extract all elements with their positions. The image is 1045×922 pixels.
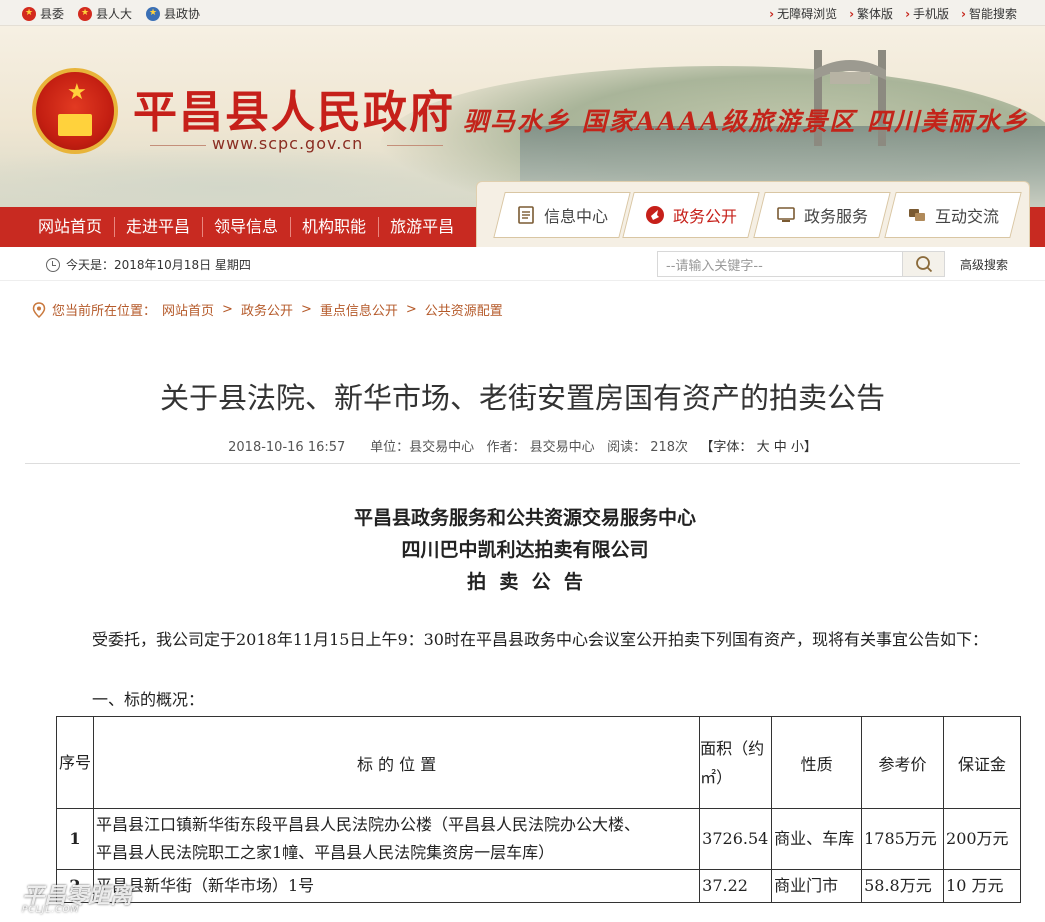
breadcrumb-sep: >: [300, 302, 312, 317]
computer-icon: [777, 207, 795, 222]
breadcrumb-prefix: 您当前所在位置：: [52, 304, 157, 319]
font-size-options[interactable]: 大 中 小: [757, 440, 804, 455]
tab-label: 政务公开: [672, 207, 737, 226]
th-no: 序号: [56, 716, 94, 809]
today-date: 今天是：2018年10月18日 星期四: [46, 256, 251, 273]
cell-ref-price: 1785万元: [861, 808, 945, 870]
asset-table: 序号 标 的 位 置 面积（约㎡） 性质 参考价 保证金 1 平昌县江口镇新华街…: [56, 716, 1021, 903]
nav-leaders[interactable]: 领导信息: [202, 207, 290, 247]
nav-links: 网站首页 走进平昌 领导信息 机构职能 旅游平昌: [26, 207, 466, 247]
tab-label: 互动交流: [934, 207, 999, 226]
banner-slogan: 驷马水乡 国家AAAA级旅游景区 四川美丽水乡: [463, 107, 1029, 136]
search-button[interactable]: [902, 252, 944, 276]
search-icon: [915, 256, 932, 273]
cell-deposit: 10 万元: [943, 869, 1021, 903]
article-meta: 2018-10-16 16:57 单位：县交易中心 作者： 县交易中心 阅读： …: [0, 436, 1045, 455]
cell-deposit: 200万元: [943, 808, 1021, 870]
link-mobile[interactable]: 手机版: [905, 5, 949, 22]
tab-label: 信息中心: [543, 207, 608, 226]
cell-nature: 商业、车库: [771, 808, 863, 870]
search-box: [657, 251, 945, 277]
info-row: 今天是：2018年10月18日 星期四 高级搜索: [0, 247, 1045, 281]
nav-home[interactable]: 网站首页: [26, 207, 114, 247]
url-line-right: [387, 145, 443, 146]
table-header-row: 序号 标 的 位 置 面积（约㎡） 性质 参考价 保证金: [56, 716, 1021, 809]
clock-icon: [46, 257, 60, 272]
cppcc-emblem-icon: ★: [146, 6, 161, 21]
cell-area: 3726.54: [699, 808, 773, 870]
breadcrumb-public-resources[interactable]: 公共资源配置: [425, 300, 503, 319]
heading-issuer-1: 平昌县政务服务和公共资源交易服务中心: [353, 507, 696, 529]
article-title: 关于县法院、新华市场、老街安置房国有资产的拍卖公告: [159, 381, 885, 415]
tab-gov-services[interactable]: 政务服务: [753, 192, 891, 238]
th-nature: 性质: [771, 716, 863, 809]
breadcrumb: 您当前所在位置： 网站首页 > 政务公开 > 重点信息公开 > 公共资源配置: [32, 300, 503, 319]
watermark-logo: 平昌零距离 PCLJL.COM: [22, 884, 133, 915]
date-text: 今天是：2018年10月18日 星期四: [66, 258, 251, 272]
url-line-left: [150, 145, 206, 146]
link-county-cppcc[interactable]: ★ 县政协: [146, 5, 200, 22]
cell-nature: 商业门市: [771, 869, 863, 903]
tab-interaction[interactable]: 互动交流: [884, 192, 1022, 238]
site-title[interactable]: 平昌县人民政府: [133, 76, 455, 140]
link-traditional[interactable]: 繁体版: [849, 5, 893, 22]
national-emblem-logo[interactable]: ★: [32, 68, 118, 154]
top-left-links: ★ 县委 ★ 县人大 ★ 县政协: [22, 5, 200, 22]
top-bar: ★县委 ★县人大 ★县政协 无障碍浏览 繁体版 手机版 智能搜索: [0, 0, 1045, 26]
th-ref-price: 参考价: [861, 716, 945, 809]
nav-tabs: 信息中心 政务公开 政务服务 互动交流: [476, 181, 1030, 247]
link-county-congress[interactable]: ★ 县人大: [78, 5, 132, 22]
breadcrumb-gov-affairs[interactable]: 政务公开: [241, 300, 293, 319]
cell-location: 平昌县新华街（新华市场）1号: [92, 869, 701, 903]
meta-divider: [25, 463, 1020, 464]
national-emblem-icon: ★: [78, 6, 93, 21]
nav-agencies[interactable]: 机构职能: [290, 207, 378, 247]
article-unit: 单位：县交易中心: [370, 440, 475, 455]
cell-ref-price: 58.8万元: [861, 869, 945, 903]
nav-tourism[interactable]: 旅游平昌: [378, 207, 466, 247]
search-input[interactable]: [658, 252, 902, 276]
breadcrumb-home[interactable]: 网站首页: [162, 300, 214, 319]
link-smart-search[interactable]: 智能搜索: [961, 5, 1017, 22]
cell-area: 37.22: [699, 869, 773, 903]
notice-headings: 平昌县政务服务和公共资源交易服务中心 四川巴中凯利达拍卖有限公司 拍 卖 公 告: [0, 502, 1045, 598]
breadcrumb-sep: >: [222, 302, 233, 317]
site-url: www.scpc.gov.cn: [212, 134, 364, 153]
article-views: 阅读： 218次: [607, 440, 689, 455]
article-date: 2018-10-16 16:57: [228, 440, 346, 455]
heading-issuer-2: 四川巴中凯利达拍卖有限公司: [401, 539, 649, 561]
th-deposit: 保证金: [943, 716, 1021, 809]
tiananmen-icon: [58, 114, 92, 136]
tab-info-center[interactable]: 信息中心: [493, 192, 631, 238]
th-location: 标 的 位 置: [92, 716, 701, 809]
announcement-icon: [645, 206, 664, 224]
advanced-search-link[interactable]: 高级搜索: [960, 256, 1008, 273]
tab-label: 政务服务: [803, 207, 868, 226]
table-row: 2 平昌县新华街（新华市场）1号 37.22 商业门市 58.8万元 10 万元: [56, 869, 1021, 903]
tab-gov-affairs[interactable]: 政务公开: [622, 192, 760, 238]
th-area: 面积（约㎡）: [699, 716, 773, 809]
party-emblem-icon: ★: [22, 6, 36, 21]
link-accessibility[interactable]: 无障碍浏览: [769, 5, 837, 22]
nav-about[interactable]: 走进平昌: [114, 207, 202, 247]
breadcrumb-sep: >: [405, 302, 417, 317]
chat-icon: [908, 209, 925, 221]
font-size-control: 【字体： 大 中 小】: [700, 440, 817, 455]
site-banner: ★ 平昌县人民政府 www.scpc.gov.cn 驷马水乡 国家AAAA级旅游…: [0, 26, 1045, 207]
star-icon: ★: [67, 80, 87, 105]
link-county-party[interactable]: ★ 县委: [22, 5, 64, 22]
section-heading: 一、标的概况：: [92, 690, 205, 709]
table-row: 1 平昌县江口镇新华街东段平昌县人民法院办公楼（平昌县人民法院办公大楼、 平昌县人…: [56, 808, 1021, 870]
top-right-links: 无障碍浏览 繁体版 手机版 智能搜索: [769, 5, 1017, 22]
heading-notice: 拍 卖 公 告: [467, 571, 583, 593]
breadcrumb-key-info[interactable]: 重点信息公开: [320, 300, 398, 319]
article-author: 作者： 县交易中心: [486, 440, 595, 455]
cell-location: 平昌县江口镇新华街东段平昌县人民法院办公楼（平昌县人民法院办公大楼、 平昌县人民法…: [92, 808, 701, 870]
document-icon: [518, 206, 534, 224]
intro-paragraph: 受委托，我公司定于2018年11月15日上午9：30时在平昌县政务中心会议室公开…: [92, 630, 988, 649]
cell-no: 1: [56, 808, 94, 870]
location-pin-icon: [32, 301, 46, 318]
